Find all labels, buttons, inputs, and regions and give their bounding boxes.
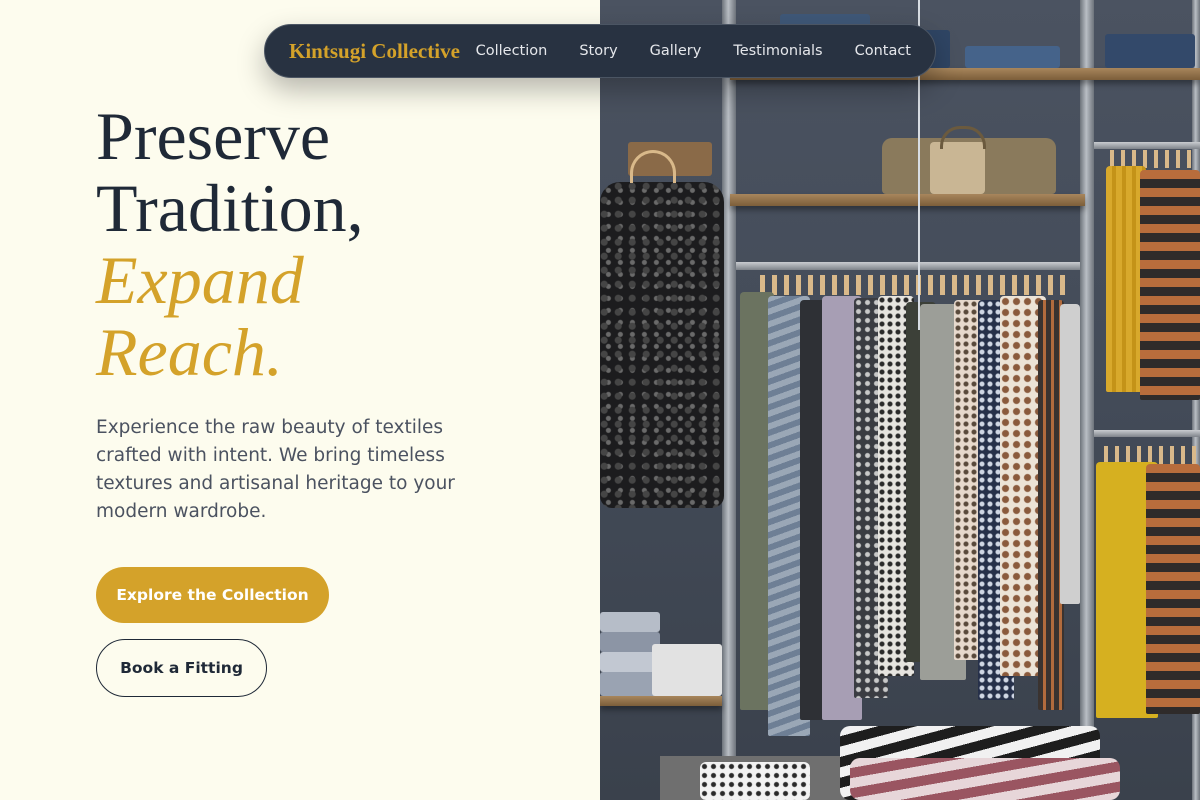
nav-link-gallery[interactable]: Gallery	[650, 43, 702, 59]
nav-link-testimonials[interactable]: Testimonials	[733, 43, 822, 59]
nav-links: Collection Story Gallery Testimonials Co…	[476, 43, 911, 59]
nav-link-contact[interactable]: Contact	[855, 43, 911, 59]
headline-line-2: Tradition,	[96, 170, 364, 246]
headline-accent-line-1: Expand	[96, 242, 304, 318]
clothing-rack-photo	[600, 0, 1200, 800]
main-navigation: Kintsugi Collective Collection Story Gal…	[264, 24, 936, 78]
book-fitting-button[interactable]: Book a Fitting	[96, 639, 267, 697]
headline-accent-line-2: Reach.	[96, 314, 283, 390]
brand-logo[interactable]: Kintsugi Collective	[289, 39, 460, 64]
hero-lead-text: Experience the raw beauty of textiles cr…	[96, 417, 455, 522]
headline-line-1: Preserve	[96, 98, 331, 174]
explore-collection-button[interactable]: Explore the Collection	[96, 567, 329, 623]
nav-link-story[interactable]: Story	[579, 43, 617, 59]
hero-headline: Preserve Tradition, Expand Reach.	[96, 100, 364, 388]
nav-link-collection[interactable]: Collection	[476, 43, 548, 59]
hero-section: Preserve Tradition, Expand Reach. Experi…	[0, 0, 600, 800]
